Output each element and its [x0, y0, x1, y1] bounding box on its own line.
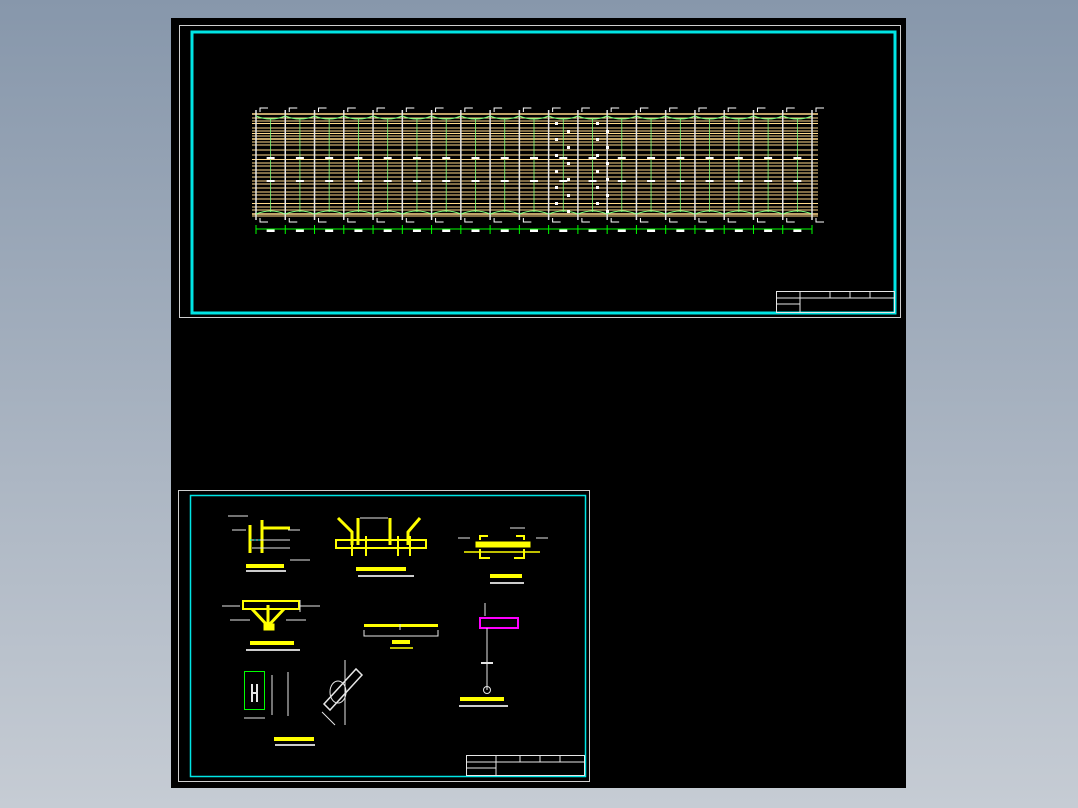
label-mark: [606, 210, 609, 213]
strut-mark: [266, 180, 275, 182]
strut-mark: [354, 157, 363, 159]
strut-mark: [530, 180, 538, 182]
label-mark: [555, 170, 558, 173]
label-mark: [555, 154, 558, 157]
strut-mark: [617, 180, 626, 182]
label-mark: [606, 130, 609, 133]
strut-mark: [617, 157, 626, 159]
strut-mark: [676, 180, 685, 182]
strut-mark: [325, 180, 334, 182]
strut-mark: [676, 157, 685, 159]
label-mark: [596, 186, 599, 189]
cad-viewport[interactable]: [0, 0, 1078, 808]
label-mark: [606, 146, 609, 149]
label-mark: [596, 122, 599, 125]
label-mark: [596, 170, 599, 173]
label-mark: [555, 186, 558, 189]
strut-mark: [764, 157, 773, 159]
label-mark: [567, 130, 570, 133]
label-mark: [567, 210, 570, 213]
strut-mark: [442, 157, 451, 159]
strut-mark: [588, 157, 597, 159]
strut-mark: [354, 180, 363, 182]
strut-mark: [295, 157, 304, 159]
strut-mark: [705, 157, 714, 159]
strut-mark: [383, 180, 392, 182]
strut-mark: [588, 180, 597, 182]
strut-mark: [734, 180, 743, 182]
strut-mark: [530, 157, 538, 159]
label-mark: [567, 178, 570, 181]
strut-mark: [647, 180, 656, 182]
label-mark: [555, 138, 558, 141]
label-mark: [596, 138, 599, 141]
strut-mark: [500, 180, 509, 182]
label-mark: [596, 202, 599, 205]
strut-mark: [266, 157, 275, 159]
label-mark: [567, 162, 570, 165]
strut-mark: [295, 180, 304, 182]
label-mark: [606, 162, 609, 165]
strut-mark: [559, 157, 568, 159]
strut-mark: [647, 157, 656, 159]
strut-mark: [442, 180, 451, 182]
strut-mark: [383, 157, 392, 159]
strut-mark: [705, 180, 714, 182]
strut-mark: [471, 157, 480, 159]
strut-mark: [559, 180, 568, 182]
strut-mark: [793, 180, 802, 182]
strut-mark: [500, 157, 509, 159]
strut-mark: [734, 157, 743, 159]
label-mark: [567, 146, 570, 149]
strut-mark: [471, 180, 480, 182]
strut-mark: [412, 180, 421, 182]
label-mark: [555, 122, 558, 125]
label-mark: [567, 194, 570, 197]
strut-mark: [793, 157, 802, 159]
strut-mark: [764, 180, 773, 182]
strut-mark: [325, 157, 334, 159]
label-mark: [606, 194, 609, 197]
strut-mark: [412, 157, 421, 159]
label-mark: [555, 202, 558, 205]
label-mark: [606, 178, 609, 181]
label-mark: [596, 154, 599, 157]
